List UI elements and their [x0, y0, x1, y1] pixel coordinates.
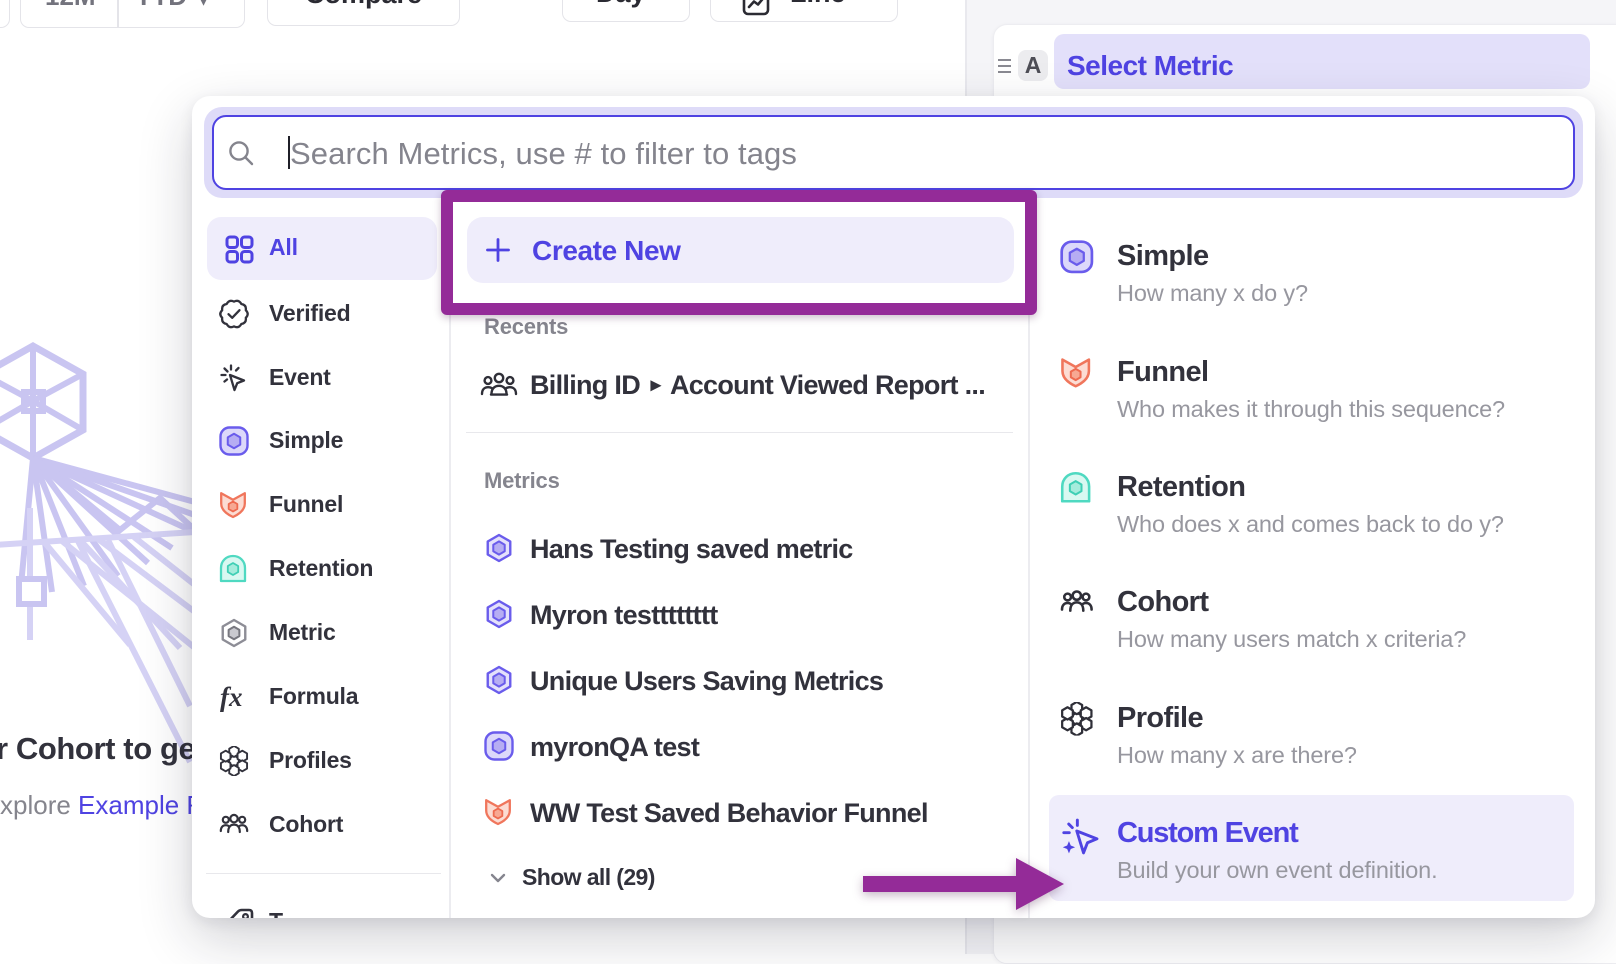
svg-text:fx: fx: [220, 682, 243, 712]
